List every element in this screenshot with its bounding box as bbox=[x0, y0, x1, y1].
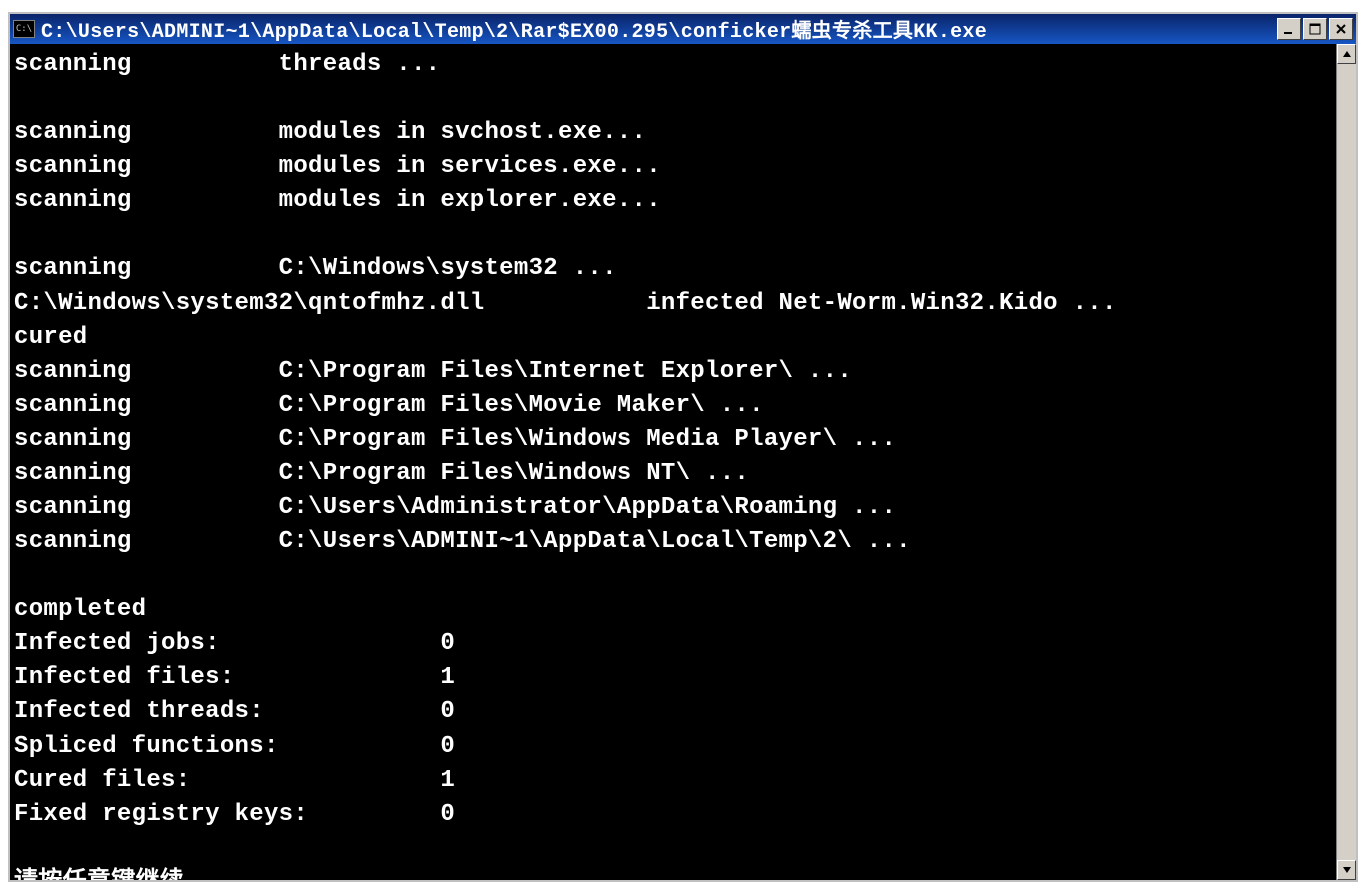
content-row: scanning threads ... scanning modules in… bbox=[10, 44, 1356, 880]
vertical-scrollbar[interactable] bbox=[1336, 44, 1356, 880]
scrollbar-track[interactable] bbox=[1337, 64, 1356, 860]
minimize-button[interactable] bbox=[1277, 18, 1301, 40]
scroll-down-button[interactable] bbox=[1337, 860, 1356, 880]
window-title: C:\Users\ADMINI~1\AppData\Local\Temp\2\R… bbox=[41, 14, 1277, 44]
terminal-output: scanning threads ... scanning modules in… bbox=[10, 44, 1336, 880]
close-button[interactable] bbox=[1329, 18, 1353, 40]
console-window: C:\ C:\Users\ADMINI~1\AppData\Local\Temp… bbox=[8, 12, 1358, 882]
window-controls bbox=[1277, 18, 1353, 40]
titlebar[interactable]: C:\ C:\Users\ADMINI~1\AppData\Local\Temp… bbox=[10, 14, 1356, 44]
scroll-up-button[interactable] bbox=[1337, 44, 1356, 64]
maximize-button[interactable] bbox=[1303, 18, 1327, 40]
app-icon: C:\ bbox=[13, 20, 35, 38]
